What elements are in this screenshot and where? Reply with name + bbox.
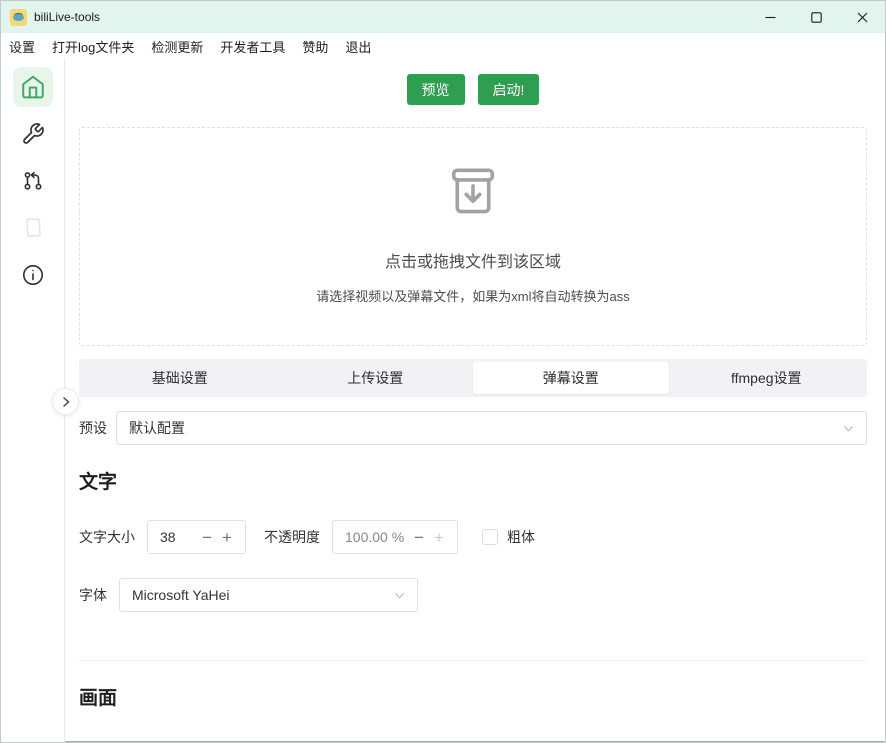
font-size-increment-button[interactable]: + [217,529,237,546]
font-size-label: 文字大小 [79,527,135,547]
window-controls [747,1,885,33]
font-family-label: 字体 [79,585,107,605]
font-family-value: Microsoft YaHei [132,587,230,603]
wrench-icon [21,122,45,146]
file-dropzone[interactable]: 点击或拖拽文件到该区域 请选择视频以及弹幕文件，如果为xml将自动转换为ass [79,127,867,346]
sidebar-item-tools[interactable] [13,114,53,154]
start-button[interactable]: 启动! [478,74,540,105]
tab-upload-settings[interactable]: 上传设置 [278,362,474,394]
bold-checkbox[interactable] [482,529,498,545]
opacity-decrement-button[interactable]: − [409,529,429,546]
settings-tabs: 基础设置 上传设置 弹幕设置 ffmpeg设置 [79,359,867,397]
screen-section-heading: 画面 [79,683,867,710]
chevron-down-icon [842,422,855,435]
opacity-stepper[interactable]: 100.00 % − + [332,520,458,554]
sidebar-item-compare[interactable] [13,161,53,201]
font-size-value: 38 [148,529,197,545]
menu-item-devtools[interactable]: 开发者工具 [220,37,285,56]
action-button-row: 预览 启动! [79,74,867,105]
bold-label: 粗体 [507,527,535,547]
preview-button[interactable]: 预览 [407,74,465,105]
font-family-select[interactable]: Microsoft YaHei [119,578,418,612]
tab-danmaku-settings[interactable]: 弹幕设置 [473,362,669,394]
tab-basic-settings[interactable]: 基础设置 [82,362,278,394]
app-icon [10,9,27,26]
close-button[interactable] [839,1,885,33]
menubar: 设置 打开log文件夹 检测更新 开发者工具 赞助 退出 [1,33,885,59]
titlebar-left: biliLive-tools [1,9,100,26]
bold-checkbox-wrap[interactable]: 粗体 [482,527,535,547]
sidebar-item-home[interactable] [13,67,53,107]
minimize-icon [765,12,776,23]
tab-ffmpeg-settings[interactable]: ffmpeg设置 [669,362,865,394]
font-size-decrement-button[interactable]: − [197,529,217,546]
menu-item-open-log-folder[interactable]: 打开log文件夹 [52,37,134,56]
font-row: 字体 Microsoft YaHei [79,578,867,612]
menu-item-settings[interactable]: 设置 [9,37,35,56]
text-section-heading: 文字 [79,467,867,494]
app-window: biliLive-tools 设置 打开log文件夹 检测更新 开发者工具 赞助… [0,0,886,743]
titlebar: biliLive-tools [1,1,885,33]
dropzone-title: 点击或拖拽文件到该区域 [385,248,561,272]
archive-download-icon [444,163,502,226]
preset-row: 预设 默认配置 [79,411,867,445]
maximize-button[interactable] [793,1,839,33]
maximize-icon [811,12,822,23]
info-icon [21,263,45,287]
chevron-down-icon [393,589,406,602]
menu-item-exit[interactable]: 退出 [345,37,371,56]
body: 预览 启动! 点击或拖拽文件到该区域 请选择视频以及弹幕文件，如果为xml将自动… [1,59,885,743]
opacity-label: 不透明度 [264,527,320,547]
home-icon [20,74,46,100]
sidebar-item-disabled[interactable] [13,208,53,248]
preset-select[interactable]: 默认配置 [116,411,867,445]
opacity-value: 100.00 % [333,529,409,545]
dropzone-subtitle: 请选择视频以及弹幕文件，如果为xml将自动转换为ass [316,286,629,305]
opacity-increment-button[interactable]: + [429,529,449,546]
preset-label: 预设 [79,418,107,438]
sidebar-expand-button[interactable] [52,388,79,415]
sidebar-item-about[interactable] [13,255,53,295]
git-compare-icon [21,169,45,193]
font-size-stepper[interactable]: 38 − + [147,520,246,554]
menu-item-check-update[interactable]: 检测更新 [151,37,203,56]
section-divider [79,660,867,661]
minimize-button[interactable] [747,1,793,33]
window-title: biliLive-tools [34,10,100,24]
faded-clip-icon [20,215,46,241]
chevron-right-icon [60,396,72,408]
text-controls-row: 文字大小 38 − + 不透明度 100.00 % − + 粗体 [79,520,867,554]
preset-select-value: 默认配置 [129,418,185,438]
main-content: 预览 启动! 点击或拖拽文件到该区域 请选择视频以及弹幕文件，如果为xml将自动… [65,59,885,743]
menu-item-sponsor[interactable]: 赞助 [302,37,328,56]
close-icon [857,12,868,23]
